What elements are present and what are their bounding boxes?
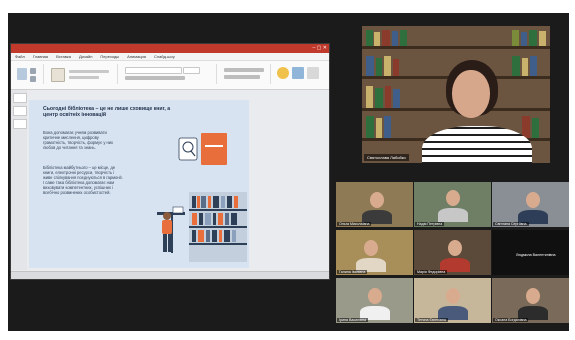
ribbon-tab[interactable]: Дизайн <box>79 53 92 60</box>
window-controls[interactable]: – ▢ ✕ <box>313 44 327 53</box>
quick-styles-icon[interactable] <box>307 67 319 79</box>
participant-name: Оксана Богданівна <box>493 318 529 322</box>
bookshelf <box>189 192 247 262</box>
participant-tile[interactable]: Галина Іванівна <box>336 230 413 275</box>
participant-tile[interactable]: Тетяна Євгенівна <box>414 278 491 323</box>
slide-thumbnail[interactable] <box>13 93 27 103</box>
participant-face <box>446 190 460 206</box>
reading-person <box>157 206 185 253</box>
ppt-title-bar: – ▢ ✕ <box>11 44 329 53</box>
speaker-video[interactable]: Святослава Лабойко <box>362 26 550 163</box>
participant-name: Ольга Миколаївна <box>337 222 372 226</box>
participant-face <box>448 240 462 256</box>
paste-icon[interactable] <box>17 68 27 80</box>
ribbon-tab[interactable]: Вставка <box>56 53 71 60</box>
shapes-icon[interactable] <box>277 67 289 79</box>
participant-name: Людмила Валентинівна <box>516 253 556 257</box>
align-icons[interactable] <box>224 75 260 79</box>
ribbon-tab[interactable]: Анимация <box>127 53 146 60</box>
ribbon-tab[interactable]: Главная <box>33 53 48 60</box>
participant-gallery[interactable]: Ольга Миколаївна Надія Петрівна Світлана… <box>336 182 569 326</box>
ribbon-group-slides <box>47 64 118 84</box>
participant-tile[interactable]: Марія Федорівна <box>414 230 491 275</box>
ribbon-tab[interactable]: Переходы <box>100 53 119 60</box>
participant-face <box>446 288 460 304</box>
participant-face <box>526 192 540 208</box>
ribbon-group-font <box>121 64 217 84</box>
ribbon-group-clipboard <box>13 64 44 84</box>
reset-icon[interactable] <box>69 76 99 79</box>
ribbon-group-paragraph <box>220 64 271 84</box>
layout-icon[interactable] <box>69 70 109 73</box>
participant-tile[interactable]: Людмила Валентинівна <box>492 230 569 275</box>
participant-face <box>364 240 378 256</box>
ribbon-tab[interactable]: Файл <box>15 53 25 60</box>
participant-tile[interactable]: Світлана Сергіївна <box>492 182 569 227</box>
participant-name: Галина Іванівна <box>337 270 368 274</box>
participant-name: Марія Федорівна <box>415 270 448 274</box>
speaker-face <box>452 70 490 118</box>
participant-name: Надія Петрівна <box>415 222 445 226</box>
copy-icon[interactable] <box>30 76 36 82</box>
participant-face <box>370 192 384 208</box>
participant-tile[interactable]: Оксана Богданівна <box>492 278 569 323</box>
font-size-select[interactable] <box>183 67 200 74</box>
participant-tile[interactable]: Ірина Василівна <box>336 278 413 323</box>
participant-tile[interactable]: Ольга Миколаївна <box>336 182 413 227</box>
speaker-body <box>422 126 532 163</box>
shared-screen[interactable]: – ▢ ✕ Файл Главная Вставка Дизайн Перехо… <box>10 43 330 280</box>
participant-tile[interactable]: Надія Петрівна <box>414 182 491 227</box>
ppt-ribbon <box>11 61 329 90</box>
ppt-ribbon-tabs[interactable]: Файл Главная Вставка Дизайн Переходы Ани… <box>11 53 329 61</box>
slide-canvas[interactable]: Сьогодні бібліотека – це не лише сховище… <box>29 100 249 268</box>
participant-name: Тетяна Євгенівна <box>415 318 448 322</box>
new-slide-icon[interactable] <box>51 68 65 82</box>
slide-thumbnail[interactable] <box>13 106 27 116</box>
font-select[interactable] <box>125 67 182 74</box>
participant-name: Світлана Сергіївна <box>493 222 529 226</box>
font-format-icons[interactable] <box>125 76 185 80</box>
slide-thumbnail[interactable] <box>13 119 27 129</box>
screen-book-icon <box>178 133 227 165</box>
participant-name: Ірина Василівна <box>337 318 368 322</box>
participant-body <box>438 208 468 222</box>
participant-face <box>368 288 382 304</box>
cut-icon[interactable] <box>30 68 36 74</box>
ribbon-tab[interactable]: Слайд-шоу <box>154 53 175 60</box>
ppt-status-bar <box>11 271 329 279</box>
speaker-name-tag: Святослава Лабойко <box>364 154 409 161</box>
list-icons[interactable] <box>224 68 264 72</box>
library-illustration <box>157 133 247 262</box>
slide-thumbnails-pane[interactable] <box>11 90 27 270</box>
participant-face <box>526 288 540 304</box>
arrange-icon[interactable] <box>292 67 304 79</box>
ribbon-group-drawing <box>274 64 326 84</box>
